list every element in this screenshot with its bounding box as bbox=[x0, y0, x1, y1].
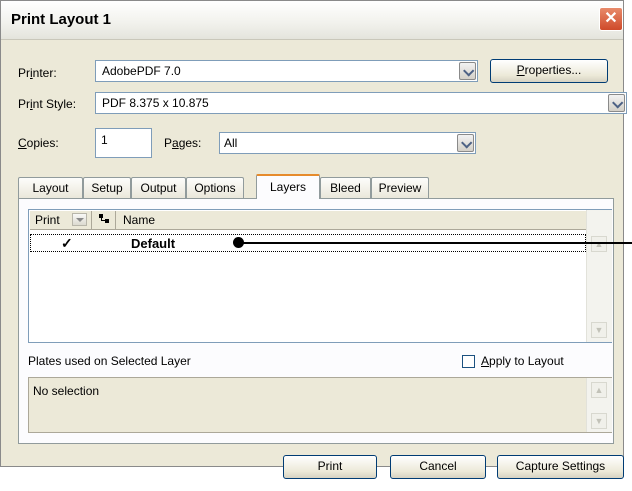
chevron-down-icon[interactable] bbox=[608, 94, 625, 112]
column-name-header[interactable]: Name bbox=[123, 213, 155, 227]
chevron-down-icon[interactable] bbox=[457, 134, 474, 152]
print-style-value: PDF 8.375 x 10.875 bbox=[102, 96, 209, 110]
layers-grid: Print Name ▲ ▼ bbox=[28, 209, 612, 343]
close-icon[interactable]: ✕ bbox=[599, 7, 623, 31]
copies-label: Copies: bbox=[18, 136, 59, 150]
tab-options[interactable]: Options bbox=[186, 177, 244, 198]
column-separator[interactable] bbox=[91, 211, 92, 229]
scroll-down-icon[interactable]: ▼ bbox=[591, 413, 607, 429]
layer-hierarchy-icon bbox=[99, 214, 111, 226]
scroll-up-icon[interactable]: ▲ bbox=[591, 236, 607, 252]
title-bar[interactable]: Print Layout 1 ✕ bbox=[1, 1, 623, 40]
tab-layers[interactable]: Layers bbox=[256, 174, 320, 199]
cancel-button[interactable]: Cancel bbox=[390, 455, 486, 479]
tab-layout[interactable]: Layout bbox=[18, 177, 83, 198]
tab-output[interactable]: Output bbox=[131, 177, 186, 198]
plates-list: No selection ▲ ▼ bbox=[28, 377, 612, 433]
copies-input[interactable]: 1 bbox=[95, 128, 152, 158]
apply-to-layout-label[interactable]: Apply to Layout bbox=[481, 354, 564, 368]
pages-select[interactable]: All bbox=[219, 132, 476, 154]
pages-value: All bbox=[224, 136, 238, 150]
print-check-icon[interactable]: ✓ bbox=[61, 235, 73, 252]
chevron-down-icon[interactable] bbox=[459, 62, 476, 80]
column-separator[interactable] bbox=[115, 211, 116, 229]
print-style-label: Print Style: bbox=[18, 97, 77, 111]
callout-line bbox=[240, 242, 632, 244]
layer-name: Default bbox=[131, 236, 176, 251]
print-filter-dropdown[interactable] bbox=[72, 213, 87, 226]
plates-label: Plates used on Selected Layer bbox=[28, 354, 191, 368]
plates-scrollbar[interactable]: ▲ ▼ bbox=[586, 378, 612, 432]
tab-bleed[interactable]: Bleed bbox=[320, 177, 371, 198]
grid-header: Print Name bbox=[30, 211, 586, 230]
properties-button[interactable]: Properties... bbox=[490, 59, 608, 83]
tab-preview[interactable]: Preview bbox=[371, 177, 429, 198]
print-style-select[interactable]: PDF 8.375 x 10.875 bbox=[95, 92, 627, 114]
scroll-down-icon[interactable]: ▼ bbox=[591, 322, 607, 338]
printer-select[interactable]: AdobePDF 7.0 bbox=[95, 60, 478, 82]
chevron-down-icon bbox=[76, 218, 84, 222]
column-print-header[interactable]: Print bbox=[35, 213, 60, 227]
apply-to-layout-checkbox[interactable] bbox=[462, 355, 475, 368]
window-title: Print Layout 1 bbox=[11, 11, 112, 28]
pages-label: Pages: bbox=[164, 136, 202, 150]
printer-value: AdobePDF 7.0 bbox=[102, 64, 181, 78]
grid-scrollbar[interactable]: ▲ ▼ bbox=[586, 210, 612, 342]
scroll-up-icon[interactable]: ▲ bbox=[591, 382, 607, 398]
tab-setup[interactable]: Setup bbox=[83, 177, 131, 198]
copies-value: 1 bbox=[101, 133, 108, 147]
print-button[interactable]: Print bbox=[283, 455, 377, 479]
capture-settings-button[interactable]: Capture Settings bbox=[497, 455, 624, 479]
printer-label: Printer: bbox=[18, 66, 57, 80]
plates-content: No selection bbox=[33, 384, 100, 398]
callout-dot bbox=[233, 237, 244, 248]
